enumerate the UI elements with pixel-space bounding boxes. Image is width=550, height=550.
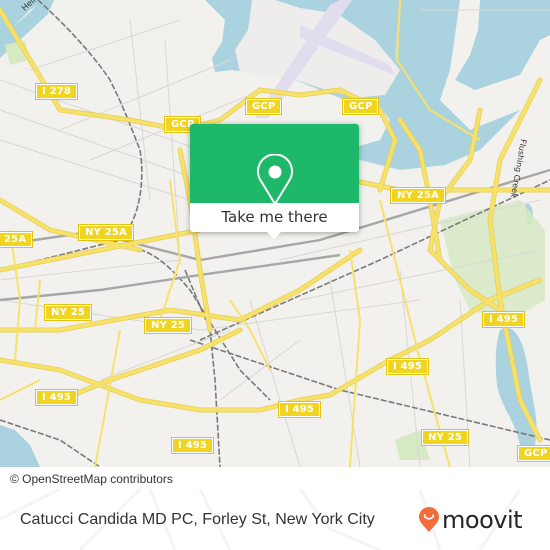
highway-shield-i495: I 495 [170, 437, 215, 454]
highway-shield-ny25: NY 25 [420, 429, 470, 446]
highway-shield-ny25a: 25A [0, 231, 34, 248]
highway-shield-ny25a: NY 25A [390, 187, 446, 204]
place-title: Catucci Candida MD PC, Forley St, New Yo… [20, 511, 375, 528]
destination-popup[interactable]: Take me there [190, 124, 359, 239]
highway-shield-gcp: GCP [244, 98, 283, 115]
map-canvas[interactable]: I 278 GCP GCP GCP 25A NY 25A NY 25A NY 2… [0, 0, 550, 467]
highway-shield-i495: I 495 [481, 311, 526, 328]
map-attribution[interactable]: © OpenStreetMap contributors [0, 469, 181, 489]
highway-shield-gcp: GCP [516, 445, 550, 462]
highway-shield-i495: I 495 [277, 401, 322, 418]
moovit-pin-smile-icon [419, 507, 439, 532]
map-pin-icon [257, 154, 293, 205]
take-me-there-button[interactable]: Take me there [190, 203, 359, 232]
footer-bar: Catucci Candida MD PC, Forley St, New Yo… [0, 489, 550, 550]
highway-shield-gcp: GCP [341, 98, 380, 115]
highway-shield-i495: I 495 [385, 358, 430, 375]
highway-shield-i278: I 278 [34, 83, 79, 100]
highway-shield-ny25: NY 25 [143, 317, 193, 334]
popup-header [190, 124, 359, 205]
highway-shield-i495: I 495 [34, 389, 79, 406]
popup-pointer [266, 231, 282, 239]
moovit-logo[interactable]: moovit [418, 506, 523, 534]
moovit-wordmark: moovit [442, 506, 523, 534]
highway-shield-ny25: NY 25 [43, 304, 93, 321]
highway-shield-ny25a: NY 25A [78, 224, 134, 241]
